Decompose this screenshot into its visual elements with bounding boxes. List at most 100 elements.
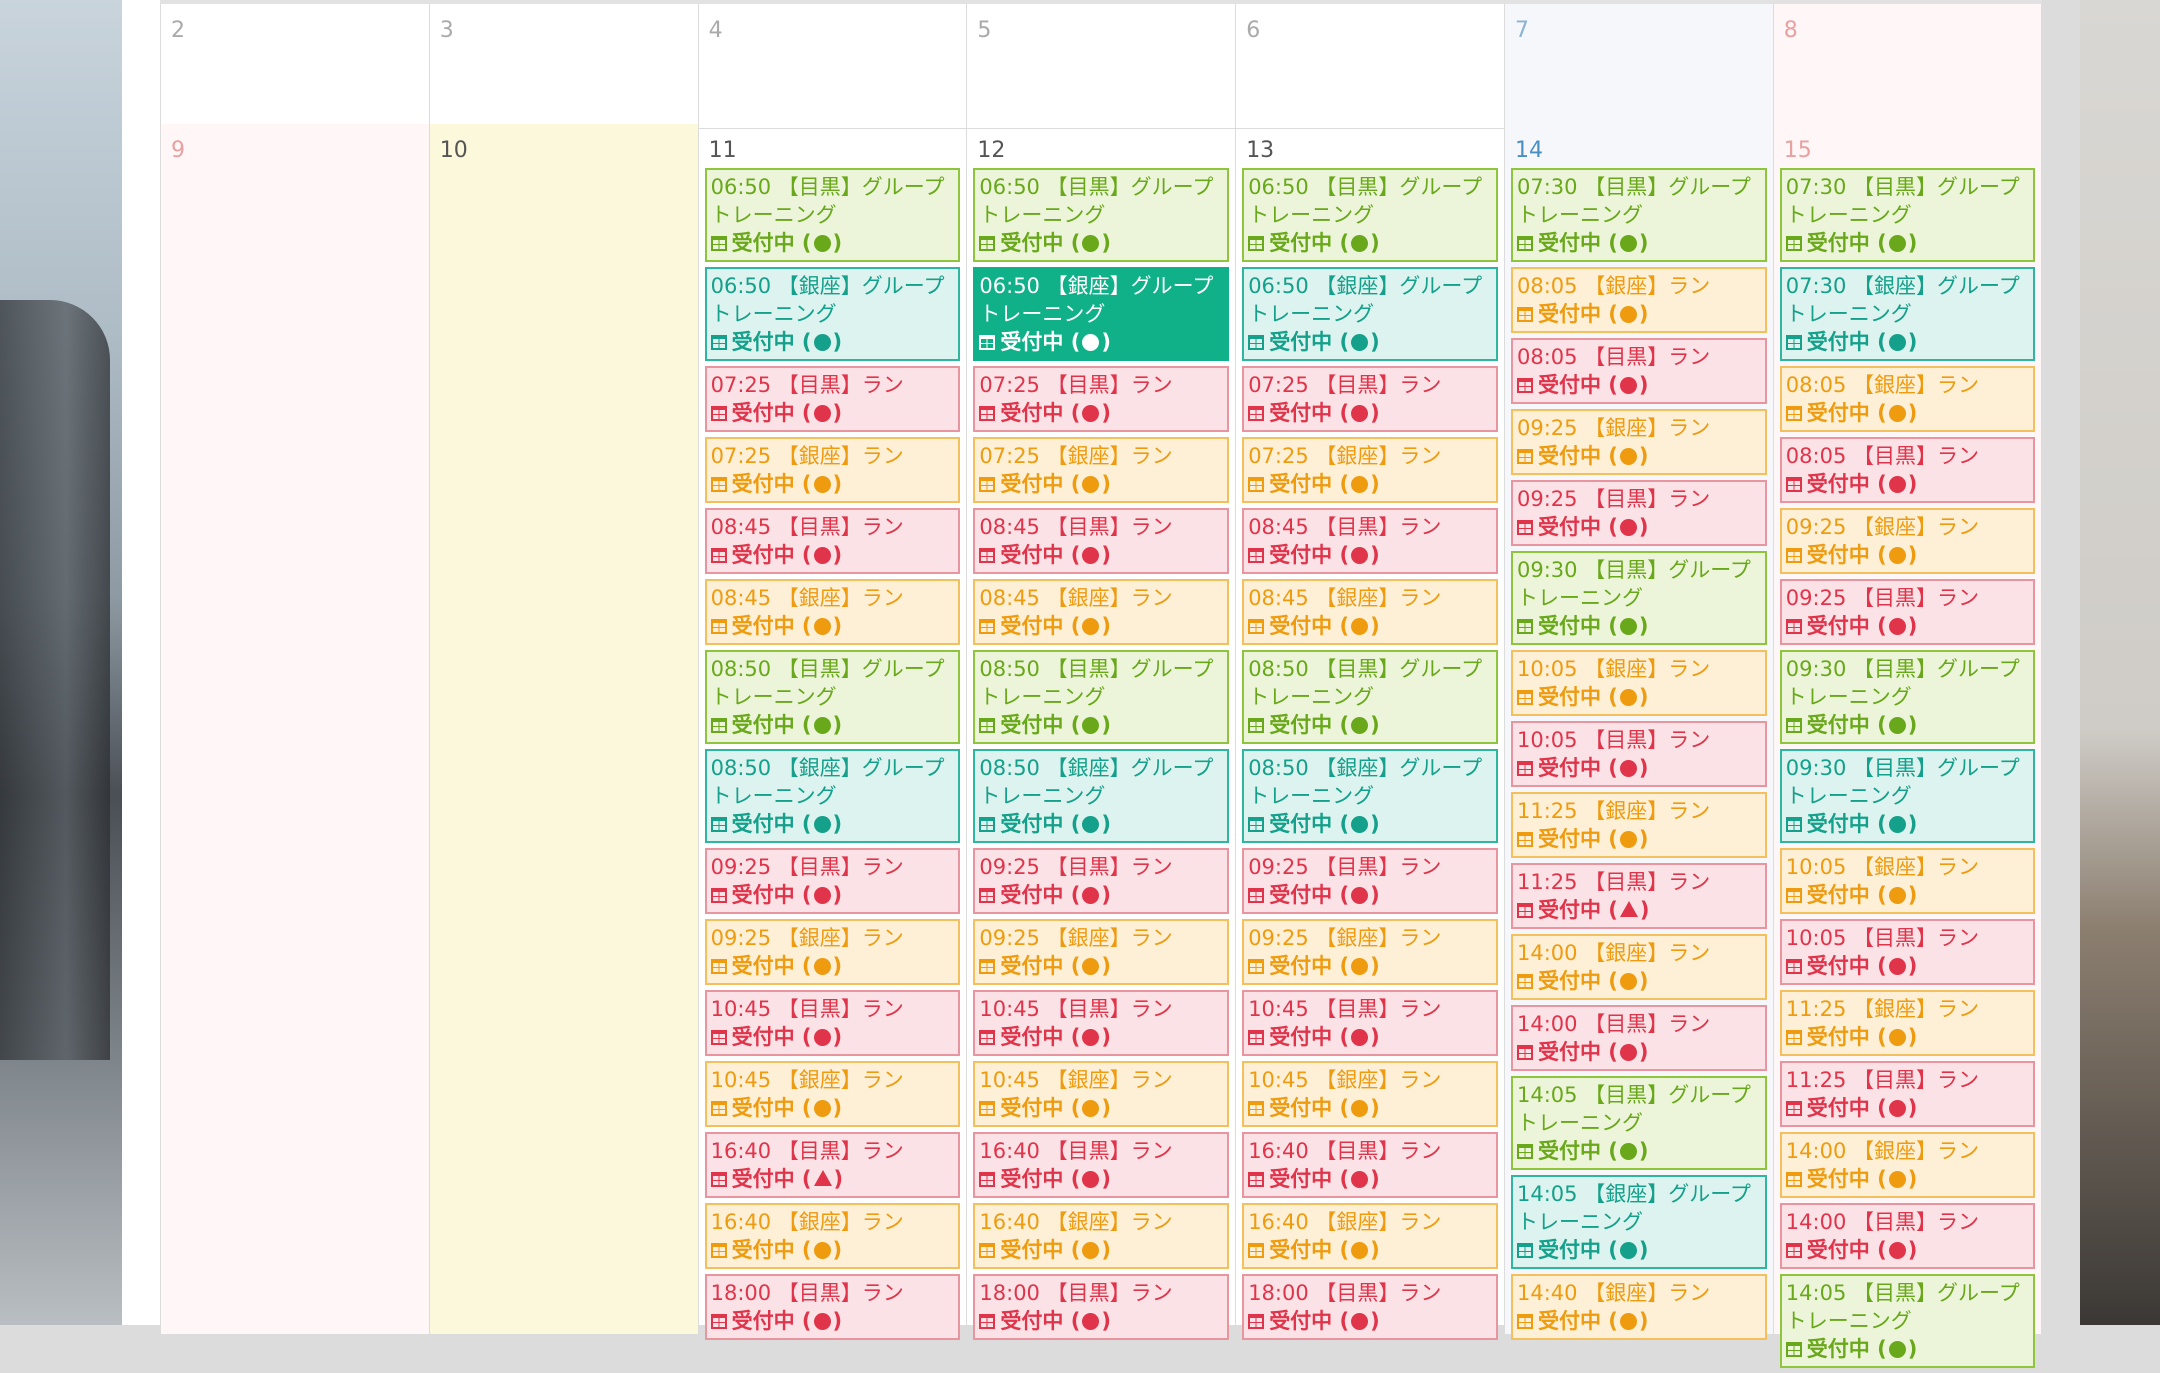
event-item[interactable]: 10:45 【銀座】ラン 受付中 () — [973, 1061, 1230, 1127]
event-item[interactable]: 06:50 【銀座】グループトレーニング 受付中 () — [704, 267, 961, 361]
calendar-icon — [1785, 718, 1802, 733]
event-item[interactable]: 09:25 【銀座】ラン 受付中 () — [973, 919, 1230, 985]
event-item[interactable]: 08:45 【銀座】ラン 受付中 () — [973, 579, 1230, 645]
day-number: 14 — [1515, 138, 1543, 163]
event-item[interactable]: 08:50 【銀座】グループトレーニング 受付中 () — [1242, 749, 1498, 843]
circle-availability-icon — [1619, 618, 1637, 635]
event-status: 受付中 () — [979, 1094, 1223, 1122]
day-number: 12 — [977, 138, 1006, 163]
event-title: 09:25 【銀座】ラン — [1517, 416, 1711, 440]
event-item[interactable]: 06:50 【銀座】グループトレーニング 受付中 () — [1242, 267, 1498, 361]
event-item[interactable]: 07:30 【目黒】グループトレーニング 受付中 () — [1511, 168, 1767, 262]
event-status: 受付中 () — [710, 711, 955, 739]
event-item[interactable]: 14:00 【目黒】ラン 受付中 () — [1779, 1203, 2035, 1269]
event-item[interactable]: 18:00 【目黒】ラン 受付中 () — [1242, 1274, 1498, 1340]
status-label: 受付中 — [1538, 1238, 1601, 1262]
event-item[interactable]: 07:25 【目黒】ラン 受付中 () — [973, 366, 1230, 432]
event-item[interactable]: 06:50 【目黒】グループトレーニング 受付中 () — [973, 168, 1230, 262]
event-item[interactable]: 10:05 【目黒】ラン 受付中 () — [1511, 721, 1767, 787]
event-item[interactable]: 08:45 【目黒】ラン 受付中 () — [704, 508, 961, 574]
event-item[interactable]: 09:25 【目黒】ラン 受付中 () — [973, 848, 1230, 914]
event-item[interactable]: 09:30 【目黒】グループトレーニング 受付中 () — [1779, 749, 2035, 843]
calendar-icon — [710, 236, 727, 251]
event-item[interactable]: 08:50 【目黒】グループトレーニング 受付中 () — [704, 650, 961, 744]
event-item[interactable]: 08:50 【目黒】グループトレーニング 受付中 () — [1242, 650, 1498, 744]
calendar-icon — [1517, 619, 1533, 634]
event-item[interactable]: 06:50 【目黒】グループトレーニング 受付中 () — [1242, 168, 1498, 262]
event-item[interactable]: 14:05 【銀座】グループトレーニング 受付中 () — [1511, 1175, 1767, 1269]
event-item[interactable]: 16:40 【銀座】ラン 受付中 () — [973, 1203, 1230, 1269]
event-status: 受付中 () — [710, 1165, 955, 1193]
event-item[interactable]: 08:05 【目黒】ラン 受付中 () — [1779, 437, 2035, 503]
event-item[interactable]: 10:05 【目黒】ラン 受付中 () — [1779, 919, 2035, 985]
event-item[interactable]: 14:00 【銀座】ラン 受付中 () — [1511, 934, 1767, 1000]
calendar-icon — [710, 548, 727, 563]
event-item[interactable]: 11:25 【目黒】ラン 受付中 () — [1511, 863, 1767, 929]
event-title: 08:50 【銀座】グループトレーニング — [979, 756, 1214, 808]
calendar-icon — [1517, 449, 1533, 464]
event-item[interactable]: 09:25 【目黒】ラン 受付中 () — [1511, 480, 1767, 546]
event-item[interactable]: 08:05 【目黒】ラン 受付中 () — [1511, 338, 1767, 404]
event-item[interactable]: 09:25 【銀座】ラン 受付中 () — [1511, 409, 1767, 475]
event-item[interactable]: 09:25 【銀座】ラン 受付中 () — [704, 919, 961, 985]
event-item[interactable]: 14:00 【銀座】ラン 受付中 () — [1779, 1132, 2035, 1198]
event-item[interactable]: 08:45 【銀座】ラン 受付中 () — [1242, 579, 1498, 645]
event-item[interactable]: 06:50 【銀座】グループトレーニング 受付中 () — [973, 267, 1230, 361]
event-title: 09:25 【銀座】ラン — [1248, 926, 1442, 950]
event-item[interactable]: 14:40 【銀座】ラン 受付中 () — [1511, 1274, 1767, 1340]
event-item[interactable]: 10:05 【銀座】ラン 受付中 () — [1779, 848, 2035, 914]
calendar-icon — [1785, 1030, 1802, 1045]
event-item[interactable]: 07:25 【銀座】ラン 受付中 () — [704, 437, 961, 503]
event-item[interactable]: 10:05 【銀座】ラン 受付中 () — [1511, 650, 1767, 716]
event-item[interactable]: 07:25 【銀座】ラン 受付中 () — [1242, 437, 1498, 503]
event-item[interactable]: 11:25 【銀座】ラン 受付中 () — [1511, 792, 1767, 858]
event-item[interactable]: 08:45 【目黒】ラン 受付中 () — [973, 508, 1230, 574]
event-item[interactable]: 18:00 【目黒】ラン 受付中 () — [704, 1274, 961, 1340]
circle-availability-icon — [1351, 334, 1369, 351]
event-item[interactable]: 14:00 【目黒】ラン 受付中 () — [1511, 1005, 1767, 1071]
event-item[interactable]: 10:45 【銀座】ラン 受付中 () — [1242, 1061, 1498, 1127]
event-item[interactable]: 08:05 【銀座】ラン 受付中 () — [1511, 267, 1767, 333]
circle-availability-icon — [1351, 1029, 1369, 1046]
event-item[interactable]: 16:40 【目黒】ラン 受付中 () — [1242, 1132, 1498, 1198]
event-item[interactable]: 08:50 【銀座】グループトレーニング 受付中 () — [704, 749, 961, 843]
event-item[interactable]: 08:05 【銀座】ラン 受付中 () — [1779, 366, 2035, 432]
event-item[interactable]: 09:30 【目黒】グループトレーニング 受付中 () — [1511, 551, 1767, 645]
event-item[interactable]: 07:25 【目黒】ラン 受付中 () — [1242, 366, 1498, 432]
event-title: 08:50 【銀座】グループトレーニング — [710, 756, 945, 808]
event-item[interactable]: 08:50 【銀座】グループトレーニング 受付中 () — [973, 749, 1230, 843]
event-item[interactable]: 11:25 【銀座】ラン 受付中 () — [1779, 990, 2035, 1056]
event-status: 受付中 () — [1785, 612, 2029, 640]
event-item[interactable]: 08:45 【銀座】ラン 受付中 () — [704, 579, 961, 645]
event-item[interactable]: 10:45 【目黒】ラン 受付中 () — [704, 990, 961, 1056]
event-item[interactable]: 16:40 【銀座】ラン 受付中 () — [1242, 1203, 1498, 1269]
event-item[interactable]: 09:25 【目黒】ラン 受付中 () — [1242, 848, 1498, 914]
event-item[interactable]: 11:25 【目黒】ラン 受付中 () — [1779, 1061, 2035, 1127]
event-item[interactable]: 09:30 【目黒】グループトレーニング 受付中 () — [1779, 650, 2035, 744]
event-item[interactable]: 09:25 【銀座】ラン 受付中 () — [1242, 919, 1498, 985]
event-item[interactable]: 16:40 【目黒】ラン 受付中 () — [704, 1132, 961, 1198]
event-item[interactable]: 10:45 【銀座】ラン 受付中 () — [704, 1061, 961, 1127]
event-item[interactable]: 10:45 【目黒】ラン 受付中 () — [1242, 990, 1498, 1056]
event-item[interactable]: 09:25 【銀座】ラン 受付中 () — [1779, 508, 2035, 574]
event-item[interactable]: 16:40 【目黒】ラン 受付中 () — [973, 1132, 1230, 1198]
event-item[interactable]: 09:25 【目黒】ラン 受付中 () — [1779, 579, 2035, 645]
event-item[interactable]: 08:45 【目黒】ラン 受付中 () — [1242, 508, 1498, 574]
event-item[interactable]: 07:25 【目黒】ラン 受付中 () — [704, 366, 961, 432]
event-item[interactable]: 14:05 【目黒】グループトレーニング 受付中 () — [1779, 1274, 2035, 1368]
event-item[interactable]: 18:00 【目黒】ラン 受付中 () — [973, 1274, 1230, 1340]
event-item[interactable]: 16:40 【銀座】ラン 受付中 () — [704, 1203, 961, 1269]
event-status: 受付中 () — [1785, 1165, 2029, 1193]
event-item[interactable]: 08:50 【目黒】グループトレーニング 受付中 () — [973, 650, 1230, 744]
event-item[interactable]: 07:30 【目黒】グループトレーニング 受付中 () — [1779, 168, 2035, 262]
event-status: 受付中 () — [1517, 1137, 1761, 1165]
event-item[interactable]: 06:50 【目黒】グループトレーニング 受付中 () — [704, 168, 961, 262]
event-item[interactable]: 14:05 【目黒】グループトレーニング 受付中 () — [1511, 1076, 1767, 1170]
event-status: 受付中 () — [1785, 881, 2029, 909]
event-item[interactable]: 07:25 【銀座】ラン 受付中 () — [973, 437, 1230, 503]
calendar-icon — [710, 1243, 727, 1258]
event-item[interactable]: 07:30 【銀座】グループトレーニング 受付中 () — [1779, 267, 2035, 361]
event-title: 09:25 【銀座】ラン — [1785, 515, 1979, 539]
event-item[interactable]: 10:45 【目黒】ラン 受付中 () — [973, 990, 1230, 1056]
event-item[interactable]: 09:25 【目黒】ラン 受付中 () — [704, 848, 961, 914]
